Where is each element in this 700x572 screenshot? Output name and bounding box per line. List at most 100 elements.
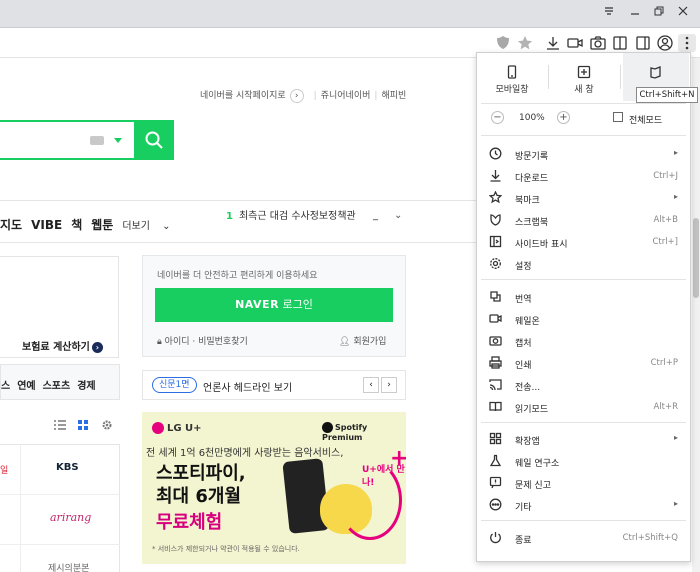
menu-item-translate[interactable]: 번역 <box>477 286 690 308</box>
mobile-icon <box>507 65 517 79</box>
menu-item-report[interactable]: 문제 신고 <box>477 472 690 494</box>
top-links: 네이버를 시작페이지로 › | 쥬니어네이버 | 해피빈 <box>200 88 407 103</box>
shortcut-tooltip: Ctrl+Shift+N <box>636 87 698 103</box>
news-badge[interactable]: 신문1면 <box>152 377 197 393</box>
chevron-right-icon: ▸ <box>673 192 678 201</box>
keyboard-icon[interactable] <box>90 136 104 145</box>
shield-icon[interactable] <box>494 34 512 52</box>
fullscreen-button[interactable]: 전체모드 <box>629 113 662 126</box>
download-icon[interactable] <box>544 34 562 52</box>
tabs-dropdown-icon[interactable] <box>598 4 620 22</box>
press-cell[interactable]: arirang <box>0 495 120 545</box>
menu-item-exit[interactable]: 종료 Ctrl+Shift+Q <box>477 527 690 549</box>
scrapbook-icon <box>490 214 501 226</box>
page-scrollbar[interactable] <box>692 58 700 572</box>
gear-icon <box>490 258 501 269</box>
private-window-icon <box>650 66 661 79</box>
find-account-link[interactable]: 🔒︎ 아이디 · 비밀번호찾기 <box>157 334 248 347</box>
print-icon <box>489 356 502 369</box>
download-icon <box>490 170 501 182</box>
menu-item-history[interactable]: 방문기록 ▸ <box>477 143 690 165</box>
reading-mode-icon <box>489 401 502 412</box>
menu-item-cast[interactable]: 전송... <box>477 374 690 396</box>
menu-icon[interactable] <box>678 34 696 52</box>
start-page-link[interactable]: 네이버를 시작페이지로 <box>200 91 286 101</box>
menu-item-bookmarks[interactable]: 북마크 ▸ <box>477 187 690 209</box>
menu-item-scrapbook[interactable]: 스크랩북 Alt+B <box>477 209 690 231</box>
panel-icon[interactable] <box>634 34 652 52</box>
sidebar-icon[interactable] <box>611 34 629 52</box>
close-icon[interactable] <box>672 4 694 22</box>
menu-item-more[interactable]: 기타 ▸ <box>477 494 690 516</box>
divider <box>0 242 476 243</box>
fullscreen-icon[interactable] <box>613 112 623 122</box>
star-icon[interactable] <box>516 34 534 52</box>
minimize-icon[interactable] <box>624 4 646 22</box>
login-button[interactable]: NAVER 로그인 <box>155 288 393 322</box>
sidebar-icon <box>489 235 502 248</box>
autocomplete-toggle-icon[interactable] <box>114 138 122 143</box>
next-icon[interactable]: › <box>381 377 397 393</box>
menu-item-labs[interactable]: 웨일 연구소 <box>477 450 690 472</box>
trend-rank: 1 <box>226 211 233 222</box>
nav-item-vibe[interactable]: VIBE <box>31 218 62 232</box>
search-input[interactable] <box>0 120 134 160</box>
tab-sports[interactable]: 스포츠 <box>43 381 71 392</box>
tab-entertainment[interactable]: 연예 <box>17 381 35 392</box>
tab-fragment[interactable]: 스 <box>1 381 10 392</box>
camera-video-icon[interactable] <box>566 34 584 52</box>
new-window-button[interactable]: 새 창 <box>551 53 617 101</box>
junior-naver-link[interactable]: 쥬니어네이버 <box>321 91 371 101</box>
menu-item-print[interactable]: 인쇄 Ctrl+P <box>477 352 690 374</box>
browser-menu: 모바일창 새 창 − 100% + 전체모드 방문기록 ▸ 다운로드 Ctrl+… <box>476 52 691 562</box>
nav-more-button[interactable]: 더보기 ⌄ <box>122 221 170 232</box>
trending-keyword[interactable]: 1 최측근 대검 수사정보정책관 <box>226 210 386 223</box>
zoom-in-button[interactable]: + <box>557 111 570 124</box>
ad-headline: 스포티파이, 최대 6개월 <box>156 463 246 507</box>
chevron-right-icon: ▸ <box>673 433 678 442</box>
chevron-right-icon[interactable]: › <box>289 88 304 103</box>
profile-icon[interactable] <box>656 34 674 52</box>
report-icon <box>489 476 502 489</box>
mobile-window-button[interactable]: 모바일창 <box>479 53 545 101</box>
nav-item-book[interactable]: 책 <box>71 218 82 232</box>
news-headline-link[interactable]: 언론사 헤드라인 보기 <box>203 379 292 394</box>
happybean-link[interactable]: 해피빈 <box>381 91 406 101</box>
ad-badge: U+에서 만나! <box>362 465 405 488</box>
press-cell[interactable]: 제시의분본 <box>0 545 120 572</box>
menu-item-whale-on[interactable]: 웨일온 <box>477 308 690 330</box>
video-call-icon <box>489 314 502 323</box>
chevron-down-icon[interactable]: ⌄ <box>394 210 402 221</box>
signup-link[interactable]: 👤︎ 회원가입 <box>339 334 386 347</box>
nav-item-map[interactable]: 지도 <box>0 218 22 232</box>
menu-item-downloads[interactable]: 다운로드 Ctrl+J <box>477 165 690 187</box>
scroll-thumb[interactable] <box>693 218 699 298</box>
chevron-right-icon: ▸ <box>673 499 678 508</box>
search-button[interactable] <box>134 120 174 160</box>
title-bar <box>0 0 700 28</box>
press-grid: 일 KBS arirang 제시의분본 <box>0 444 120 572</box>
login-message: 네이버를 더 안전하고 편리하게 이용하세요 <box>157 271 318 281</box>
news-headline-bar: 신문1면 언론사 헤드라인 보기 ‹ › <box>142 370 406 400</box>
ad-footnote: * 서비스가 제한되거나 약관이 적용될 수 있습니다. <box>152 545 300 553</box>
insurance-link[interactable]: 보험료 계산하기 › <box>22 338 103 353</box>
zoom-out-button[interactable]: − <box>491 111 504 124</box>
flask-icon <box>489 454 502 467</box>
chevron-right-icon: › <box>91 342 103 353</box>
menu-item-extensions[interactable]: 확장앱 ▸ <box>477 428 690 450</box>
ad-headline-accent: 무료체험 <box>156 512 223 533</box>
tab-economy[interactable]: 경제 <box>77 381 95 392</box>
restore-icon[interactable] <box>648 4 670 22</box>
prev-icon[interactable]: ‹ <box>363 377 379 393</box>
arirang-logo: arirang <box>50 511 92 524</box>
menu-item-settings[interactable]: 설정 <box>477 253 690 275</box>
camera-icon[interactable] <box>589 34 607 52</box>
ad-banner[interactable]: LG U+ Spotify Premium 전 세계 1억 6천만명에게 사랑받… <box>142 412 406 564</box>
menu-item-capture[interactable]: 캡처 <box>477 330 690 352</box>
menu-item-reading-mode[interactable]: 읽기모드 Alt+R <box>477 396 690 418</box>
nav-item-webtoon[interactable]: 웹툰 <box>91 218 113 232</box>
menu-item-sidebar[interactable]: 사이드바 표시 Ctrl+] <box>477 231 690 253</box>
search-icon <box>145 131 163 149</box>
press-cell[interactable]: 일 KBS <box>0 445 120 495</box>
power-icon <box>490 532 501 544</box>
